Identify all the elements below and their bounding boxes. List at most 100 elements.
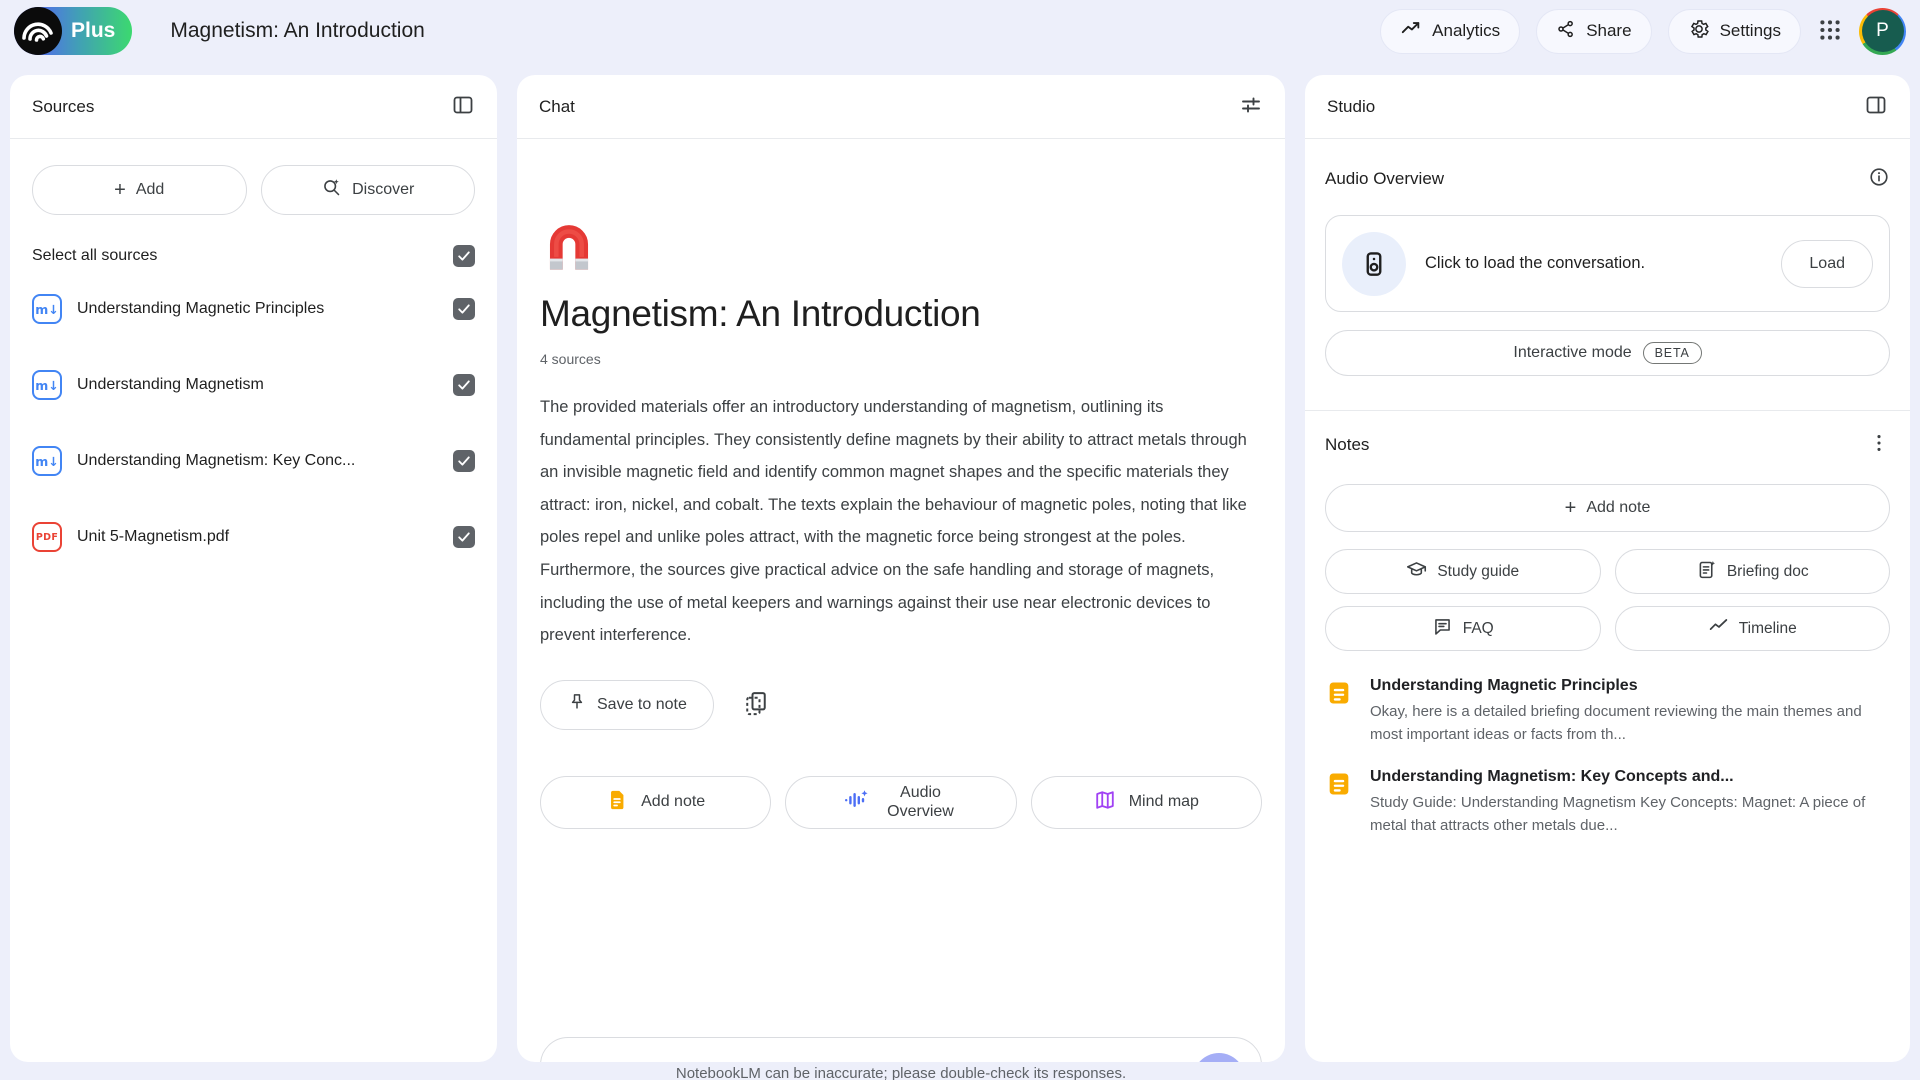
- audio-overview-info-button[interactable]: [1868, 166, 1890, 191]
- share-icon: [1556, 19, 1576, 44]
- chat-panel-header: Chat: [517, 75, 1285, 139]
- chat-action-row: Add note Audio Overview: [540, 776, 1262, 829]
- timeline-button[interactable]: Timeline: [1615, 606, 1891, 651]
- faq-button[interactable]: FAQ: [1325, 606, 1601, 651]
- discover-sources-button[interactable]: Discover: [261, 165, 476, 215]
- add-note-studio-button[interactable]: + Add note: [1325, 484, 1890, 532]
- study-guide-button[interactable]: Study guide: [1325, 549, 1601, 594]
- chat-input[interactable]: [561, 1054, 1102, 1062]
- settings-button[interactable]: Settings: [1668, 9, 1801, 54]
- notebook-page-title: Magnetism: An Introduction: [540, 293, 1262, 335]
- apps-grid-button[interactable]: [1817, 17, 1843, 46]
- trending-up-icon: [1400, 18, 1422, 45]
- source-checkbox[interactable]: [453, 298, 475, 320]
- graduation-cap-icon: [1406, 559, 1427, 585]
- notes-menu-button[interactable]: [1868, 432, 1890, 457]
- plus-icon: +: [114, 179, 126, 202]
- add-note-button[interactable]: Add note: [540, 776, 771, 829]
- collapse-panel-left-icon: [451, 93, 475, 120]
- notes-header: Notes: [1325, 432, 1890, 457]
- notebooklm-logo-icon: [14, 7, 62, 55]
- select-all-label: Select all sources: [32, 247, 157, 265]
- speaker-icon: [1342, 232, 1406, 296]
- sources-count: 4 sources: [540, 351, 1262, 367]
- studio-panel: Studio Audio Overview: [1305, 75, 1910, 1062]
- collapse-panel-right-icon: [1864, 93, 1888, 120]
- markdown-source-icon: m↓: [32, 370, 62, 400]
- source-actions: + Add Discover: [32, 165, 475, 215]
- tune-sliders-icon: [1239, 93, 1263, 120]
- source-row[interactable]: m↓ Understanding Magnetic Principles: [10, 271, 497, 347]
- kebab-menu-icon: [1868, 432, 1890, 457]
- chat-body: Magnetism: An Introduction 4 sources The…: [517, 217, 1285, 1062]
- collapse-studio-button[interactable]: [1864, 93, 1888, 120]
- note-item[interactable]: Understanding Magnetic Principles Okay, …: [1325, 677, 1890, 746]
- load-conversation-text: Click to load the conversation.: [1425, 254, 1762, 273]
- interactive-mode-button[interactable]: Interactive mode BETA: [1325, 330, 1890, 376]
- plus-icon: +: [1565, 497, 1577, 520]
- analytics-button[interactable]: Analytics: [1380, 9, 1520, 54]
- studio-title: Studio: [1327, 97, 1375, 117]
- save-to-note-button[interactable]: Save to note: [540, 680, 714, 730]
- note-item-text: Understanding Magnetism: Key Concepts an…: [1370, 768, 1890, 837]
- note-doc-icon: [1325, 768, 1353, 837]
- source-row[interactable]: m↓ Understanding Magnetism: Key Conc...: [10, 423, 497, 499]
- markdown-source-icon: m↓: [32, 294, 62, 324]
- copy-button[interactable]: [742, 689, 770, 720]
- chat-settings-button[interactable]: [1239, 93, 1263, 120]
- note-item[interactable]: Understanding Magnetism: Key Concepts an…: [1325, 768, 1890, 837]
- pdf-source-icon: PDF: [32, 522, 62, 552]
- select-all-checkbox[interactable]: [453, 245, 475, 267]
- copy-icon: [742, 705, 770, 720]
- source-list: m↓ Understanding Magnetic Principles m↓ …: [10, 271, 497, 575]
- source-row[interactable]: m↓ Understanding Magnetism: [10, 347, 497, 423]
- sources-panel-header: Sources: [10, 75, 497, 139]
- notes-heading: Notes: [1325, 435, 1369, 455]
- pin-icon: [567, 692, 587, 717]
- markdown-source-icon: m↓: [32, 446, 62, 476]
- note-doc-icon: [606, 789, 628, 816]
- studio-panel-header: Studio: [1305, 75, 1910, 139]
- collapse-sources-button[interactable]: [451, 93, 475, 120]
- chat-panel: Chat Magnetism: An Introduction 4 source…: [517, 75, 1285, 1062]
- select-all-row: Select all sources: [10, 221, 497, 271]
- mind-map-button[interactable]: Mind map: [1031, 776, 1262, 829]
- source-checkbox[interactable]: [453, 450, 475, 472]
- sources-title: Sources: [32, 97, 94, 117]
- note-doc-icon: [1325, 677, 1353, 746]
- share-button[interactable]: Share: [1536, 9, 1651, 54]
- avatar[interactable]: P: [1859, 8, 1906, 55]
- source-checkbox[interactable]: [453, 374, 475, 396]
- audio-overview-header: Audio Overview: [1325, 166, 1890, 191]
- notebook-summary: The provided materials offer an introduc…: [540, 391, 1256, 652]
- add-source-button[interactable]: + Add: [32, 165, 247, 215]
- magnet-emoji: [540, 217, 598, 275]
- info-icon: [1868, 166, 1890, 191]
- apps-grid-icon: [1817, 17, 1843, 46]
- chat-input-card: 4 sources How do the fundamental propert…: [540, 1037, 1262, 1062]
- audio-overview-button[interactable]: Audio Overview: [785, 776, 1016, 829]
- audio-waveform-icon: [843, 788, 869, 817]
- discover-search-icon: [321, 177, 342, 203]
- notebooklm-logo[interactable]: Plus: [14, 7, 132, 55]
- notes-list: Understanding Magnetic Principles Okay, …: [1325, 677, 1890, 837]
- source-checkbox[interactable]: [453, 526, 475, 548]
- audio-load-card: Click to load the conversation. Load: [1325, 215, 1890, 312]
- top-right-actions: Analytics Share Settings: [1380, 8, 1906, 55]
- disclaimer-text: NotebookLM can be inaccurate; please dou…: [517, 1065, 1285, 1080]
- timeline-trend-icon: [1708, 616, 1729, 642]
- plus-badge: Plus: [62, 19, 132, 43]
- top-bar: Plus Magnetism: An Introduction Analytic…: [0, 0, 1920, 62]
- chat-input-row: 4 sources: [561, 1054, 1241, 1062]
- briefing-doc-button[interactable]: Briefing doc: [1615, 549, 1891, 594]
- gear-icon: [1688, 18, 1710, 45]
- sources-panel: Sources + Add Discover Select all sou: [10, 75, 497, 1062]
- faq-chat-icon: [1432, 616, 1453, 642]
- load-button[interactable]: Load: [1781, 240, 1873, 288]
- source-row[interactable]: PDF Unit 5-Magnetism.pdf: [10, 499, 497, 575]
- notebook-title[interactable]: Magnetism: An Introduction: [170, 19, 424, 43]
- briefing-doc-icon: [1696, 559, 1717, 585]
- map-icon: [1094, 789, 1116, 816]
- save-row: Save to note: [540, 680, 1262, 730]
- audio-overview-heading: Audio Overview: [1325, 169, 1444, 189]
